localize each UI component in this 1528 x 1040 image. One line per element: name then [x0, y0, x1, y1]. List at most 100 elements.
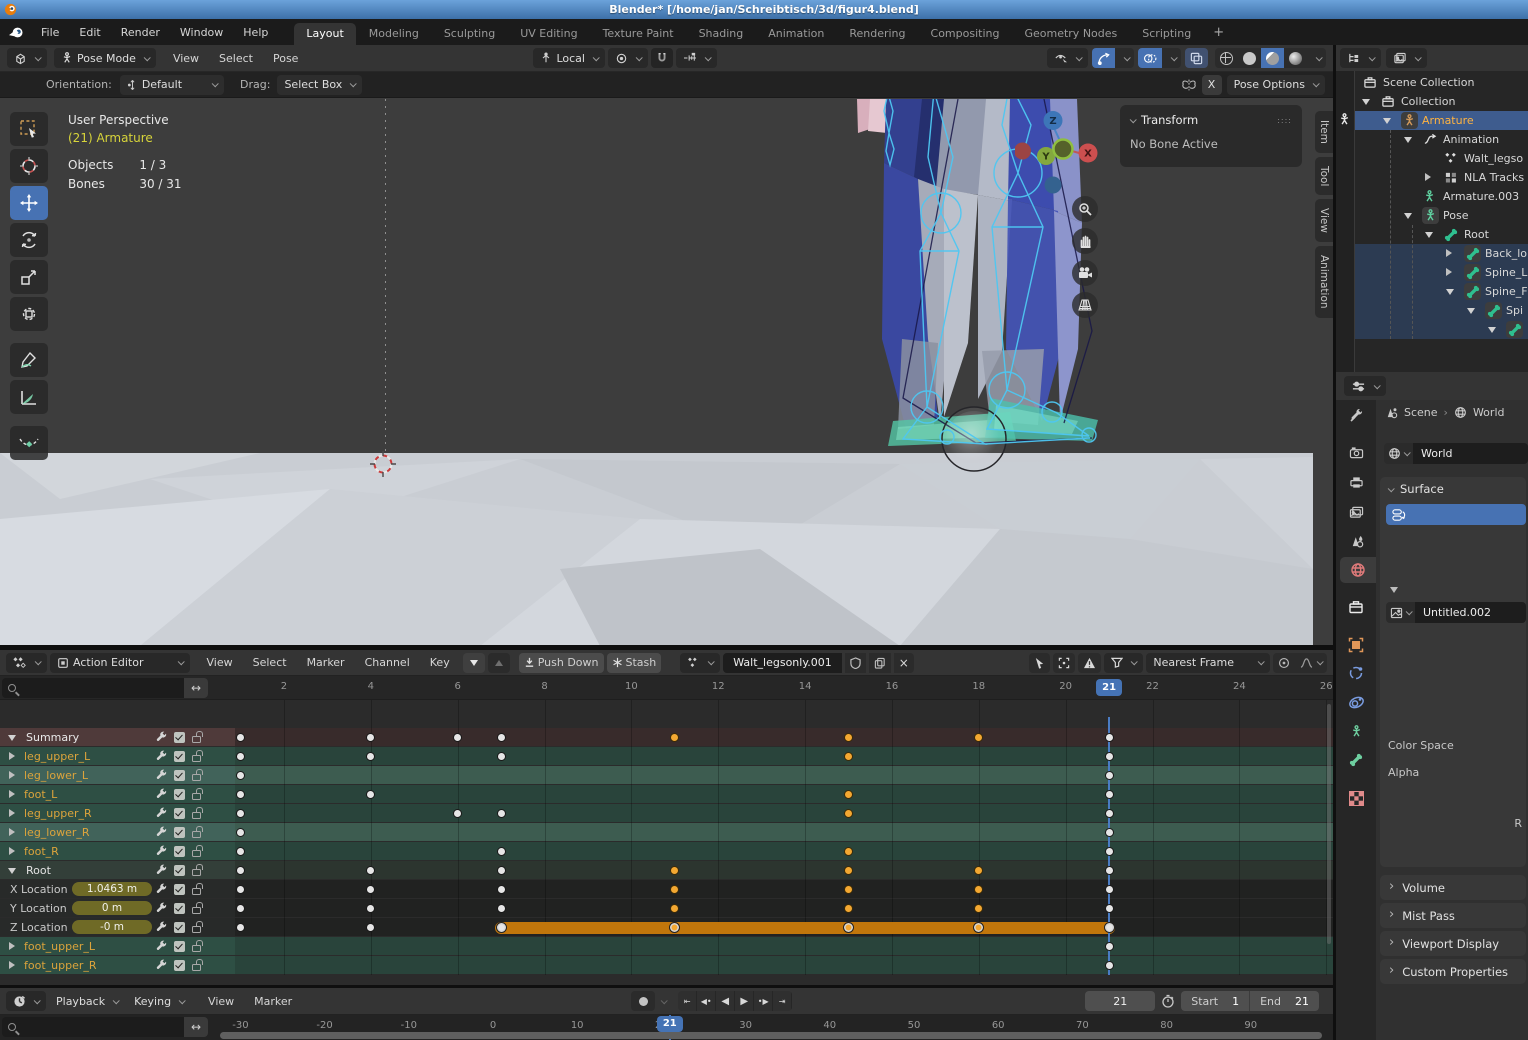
- keyframe[interactable]: [496, 922, 507, 933]
- unlock-icon[interactable]: [192, 888, 201, 895]
- keyframe[interactable]: [236, 790, 245, 799]
- channel-label[interactable]: foot_upper_L: [24, 940, 95, 953]
- pose-mirror-icon[interactable]: [1181, 78, 1197, 92]
- outliner-row-armature[interactable]: Armature: [1355, 111, 1528, 130]
- keyframe[interactable]: [844, 904, 853, 913]
- timeline-menu-keying[interactable]: Keying: [127, 991, 191, 1011]
- play-reverse-button[interactable]: ◀: [716, 991, 735, 1011]
- keyframe[interactable]: [497, 733, 506, 742]
- channel-enable-checkbox[interactable]: [174, 922, 185, 933]
- modifier-wrench-icon[interactable]: [155, 807, 167, 819]
- channel-label[interactable]: leg_lower_L: [24, 769, 88, 782]
- expand-arrow-icon[interactable]: [1362, 99, 1370, 105]
- unlock-icon[interactable]: [192, 793, 201, 800]
- keyframe[interactable]: [1105, 885, 1114, 894]
- channel-header[interactable]: Summary: [0, 728, 235, 746]
- keyframe[interactable]: [1105, 752, 1114, 761]
- scene-properties-tab[interactable]: [1336, 528, 1376, 554]
- rotate-tool[interactable]: [10, 223, 48, 257]
- keyframe[interactable]: [1105, 733, 1114, 742]
- editor-type-selector[interactable]: [6, 991, 46, 1011]
- show-gizmo-toggle[interactable]: [1092, 48, 1115, 68]
- timeline-menu-view[interactable]: View: [198, 995, 244, 1008]
- clear-pose-options-button[interactable]: X: [1202, 75, 1222, 95]
- channel-header[interactable]: foot_R: [0, 842, 235, 860]
- channel-row-leg-lower-r[interactable]: leg_lower_R: [0, 823, 1333, 842]
- channel-lane[interactable]: [235, 766, 1333, 784]
- timeline-search-field[interactable]: ↔: [2, 1017, 208, 1037]
- modifier-wrench-icon[interactable]: [155, 826, 167, 838]
- sidebar-tab-view[interactable]: View: [1315, 199, 1333, 242]
- expand-arrow-icon[interactable]: [1404, 137, 1412, 143]
- stash-button[interactable]: Stash: [607, 653, 662, 673]
- outliner-row-spi[interactable]: Spi: [1355, 301, 1528, 320]
- auto-keying-record-button[interactable]: [631, 991, 655, 1011]
- channel-header[interactable]: foot_upper_R: [0, 956, 235, 974]
- unlock-icon[interactable]: [192, 755, 201, 762]
- channel-lane[interactable]: [235, 728, 1333, 746]
- keyframe[interactable]: [236, 771, 245, 780]
- color-dropdown-arrow[interactable]: [1390, 587, 1398, 593]
- move-tool[interactable]: [10, 186, 48, 220]
- view-layer-properties-tab[interactable]: [1336, 499, 1376, 525]
- toggle-ortho-button[interactable]: [1072, 292, 1098, 318]
- show-overlays-toggle[interactable]: [1138, 48, 1162, 68]
- outliner-label[interactable]: Spine_F: [1485, 285, 1528, 298]
- keyframe[interactable]: [1105, 866, 1114, 875]
- channel-lane[interactable]: [235, 842, 1333, 860]
- drag-mode-selector[interactable]: Select Box: [277, 75, 362, 95]
- keyframe[interactable]: [236, 733, 245, 742]
- outliner-filter-selector[interactable]: [1386, 48, 1427, 68]
- expand-search-icon[interactable]: ↔: [184, 678, 208, 698]
- workspace-tab-geometry-nodes[interactable]: Geometry Nodes: [1012, 23, 1129, 45]
- outliner-label[interactable]: Armature: [1422, 114, 1474, 127]
- errors-warning-button[interactable]: [1078, 653, 1101, 673]
- menu-help[interactable]: Help: [233, 26, 278, 39]
- keyframe[interactable]: [497, 904, 506, 913]
- channel-value-slider[interactable]: 1.0463 m: [72, 882, 152, 896]
- show-hidden-filter-button[interactable]: [1053, 653, 1075, 673]
- channel-label[interactable]: Y Location: [10, 902, 67, 915]
- outliner-row-animation[interactable]: Animation: [1355, 130, 1528, 149]
- workspace-tab-rendering[interactable]: Rendering: [837, 23, 917, 45]
- channel-row-leg-lower-l[interactable]: leg_lower_L: [0, 766, 1333, 785]
- workspace-tab-shading[interactable]: Shading: [687, 23, 756, 45]
- collapsed-panel-viewport-display[interactable]: ›Viewport Display: [1380, 931, 1526, 956]
- channel-header[interactable]: foot_upper_L: [0, 937, 235, 955]
- channel-header[interactable]: leg_lower_L: [0, 766, 235, 784]
- keyframe[interactable]: [236, 923, 245, 932]
- unlock-icon[interactable]: [192, 869, 201, 876]
- modifier-wrench-icon[interactable]: [155, 788, 167, 800]
- channel-search-field[interactable]: ↔: [2, 678, 208, 698]
- outliner-label[interactable]: Back_lo: [1485, 247, 1527, 260]
- expand-arrow-icon[interactable]: [1425, 173, 1431, 181]
- proportional-edit-toggle[interactable]: [1273, 653, 1295, 673]
- sidebar-tab-tool[interactable]: Tool: [1315, 157, 1333, 195]
- expand-arrow-icon[interactable]: [1425, 232, 1433, 238]
- mode-selector[interactable]: Pose Mode: [54, 48, 156, 68]
- object-properties-tab[interactable]: [1336, 632, 1376, 658]
- unlock-icon[interactable]: [192, 850, 201, 857]
- channel-header[interactable]: leg_upper_R: [0, 804, 235, 822]
- rendered-shading-button[interactable]: [1284, 48, 1307, 68]
- wireframe-shading-button[interactable]: [1215, 48, 1238, 68]
- modifier-wrench-icon[interactable]: [155, 883, 167, 895]
- outliner-row-nla-tracks[interactable]: NLA Tracks: [1355, 168, 1528, 187]
- channel-value-slider[interactable]: -0 m: [72, 920, 152, 934]
- channel-row-foot-l[interactable]: foot_L: [0, 785, 1333, 804]
- material-preview-button[interactable]: [1261, 48, 1284, 68]
- channel-lane[interactable]: [235, 937, 1333, 955]
- editor-type-selector[interactable]: [1344, 376, 1386, 396]
- unlock-icon[interactable]: [192, 907, 201, 914]
- expand-arrow-icon[interactable]: [1467, 308, 1475, 314]
- dope-sheet-body[interactable]: ↔ 2468101214161820222426Summaryleg_upper…: [0, 676, 1333, 985]
- browse-action-selector[interactable]: [680, 653, 720, 673]
- add-workspace-button[interactable]: +: [1204, 25, 1233, 40]
- modifier-wrench-icon[interactable]: [155, 864, 167, 876]
- move-channel-up-button[interactable]: [488, 653, 510, 673]
- channel-header[interactable]: leg_upper_L: [0, 747, 235, 765]
- keyframe[interactable]: [1105, 847, 1114, 856]
- keyframe[interactable]: [1105, 809, 1114, 818]
- blender-logo-icon[interactable]: [8, 25, 25, 40]
- channel-header[interactable]: X Location1.0463 m: [0, 880, 235, 898]
